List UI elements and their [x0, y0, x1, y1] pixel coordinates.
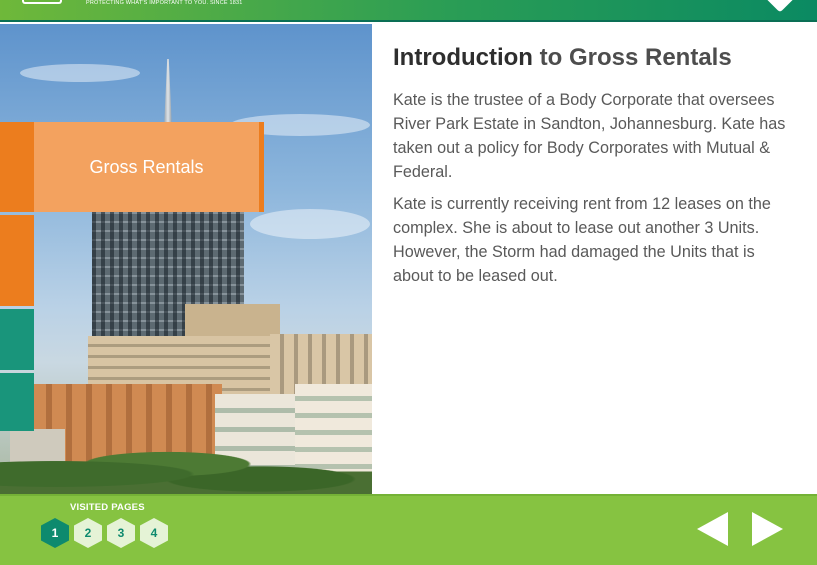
intro-paragraph-2: Kate is currently receiving rent from 12…: [393, 195, 771, 285]
page-marker-1[interactable]: 1: [41, 518, 69, 548]
page-marker-3[interactable]: 3: [107, 518, 135, 548]
section-title-card: Gross Rentals: [34, 122, 264, 212]
visited-pages-label: VISITED PAGES: [70, 502, 145, 513]
menu-chevron-icon[interactable]: [764, 0, 796, 13]
previous-arrow-icon[interactable]: [697, 512, 728, 546]
brand-tagline: PROTECTING WHAT'S IMPORTANT TO YOU. SINC…: [86, 0, 243, 6]
section-tab-2[interactable]: [0, 215, 34, 306]
next-arrow-icon[interactable]: [752, 512, 783, 546]
page-title-rest: to Gross Rentals: [532, 44, 732, 71]
page-title: Introduction to Gross Rentals: [393, 42, 793, 74]
page-marker-4[interactable]: 4: [140, 518, 168, 548]
intro-paragraph-1: Kate is the trustee of a Body Corporate …: [393, 91, 786, 181]
section-tab-1[interactable]: [0, 122, 34, 212]
page-title-strong: Introduction: [393, 44, 533, 71]
page-marker-2[interactable]: 2: [74, 518, 102, 548]
section-tab-4[interactable]: [0, 373, 34, 431]
bottom-nav-bar: VISITED PAGES 1 2 3 4: [0, 494, 817, 565]
content-panel: Introduction to Gross Rentals Kate is th…: [393, 42, 793, 288]
section-title-label: Gross Rentals: [89, 156, 204, 177]
section-tab-3[interactable]: [0, 309, 34, 370]
cityscape-photo: [0, 24, 372, 494]
visited-pages-list: 1 2 3 4: [41, 518, 168, 548]
top-bar: PROTECTING WHAT'S IMPORTANT TO YOU. SINC…: [0, 0, 817, 22]
brand-logo: [22, 0, 62, 4]
